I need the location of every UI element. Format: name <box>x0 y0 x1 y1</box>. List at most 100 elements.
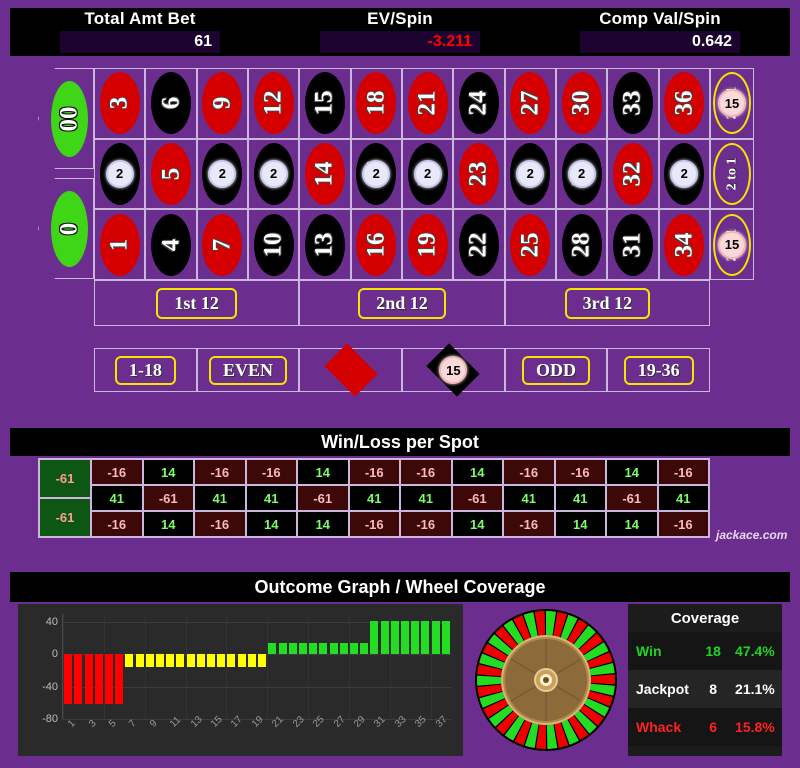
bet-cell-00[interactable]: 00 <box>38 68 94 169</box>
bet-dozen-3rd[interactable]: 3rd 12 <box>504 280 710 326</box>
bet-cell-16[interactable]: 16 <box>350 209 402 280</box>
bet-cell-12[interactable]: 12 <box>247 68 300 139</box>
bet-cell-17[interactable]: 172 <box>350 138 402 210</box>
bet-cell-20[interactable]: 202 <box>401 138 454 210</box>
chip-11[interactable]: 2 <box>259 159 288 188</box>
bet-cell-32[interactable]: 32 <box>607 138 659 210</box>
number-oval: 16 <box>356 213 397 276</box>
bet-cell-27[interactable]: 27 <box>504 68 556 139</box>
bet-even[interactable]: EVEN <box>196 348 300 392</box>
winloss-cell: 14 <box>297 511 349 537</box>
number-oval: 10 <box>253 213 294 276</box>
chart-x-tick-label: 21 <box>270 714 286 730</box>
winloss-title: Win/Loss per Spot <box>10 428 790 456</box>
chart-bar <box>309 643 318 655</box>
chip-20[interactable]: 2 <box>413 159 442 188</box>
bet-cell-28[interactable]: 28 <box>555 209 608 280</box>
bet-column-2to1-2[interactable]: 2 to 1 <box>710 138 754 210</box>
chart-plot-area: 40 0 -40 -80 1 3 5 7 9 11 13 15 17 19 21 23 25 27 29 31 33 35… <box>42 614 451 730</box>
bet-cell-21[interactable]: 21 <box>401 68 454 139</box>
bet-high-19-36[interactable]: 19-36 <box>607 348 711 392</box>
bet-low-1-18[interactable]: 1-18 <box>94 348 197 392</box>
bet-cell-29[interactable]: 292 <box>555 138 608 210</box>
bet-cell-26[interactable]: 262 <box>504 138 556 210</box>
chip-column-3[interactable]: 15 <box>718 230 746 259</box>
chart-bar <box>217 654 226 668</box>
bet-cell-35[interactable]: 352 <box>658 138 710 210</box>
chart-bar <box>156 654 164 668</box>
bet-red[interactable] <box>299 348 403 392</box>
winloss-cell: -61 <box>606 485 658 511</box>
bet-cell-31[interactable]: 31 <box>607 209 659 280</box>
bet-cell-9[interactable]: 9 <box>196 68 248 139</box>
coverage-row-win: Win 18 47.4% <box>628 632 782 670</box>
chip-8[interactable]: 2 <box>208 159 237 188</box>
bet-cell-30[interactable]: 30 <box>555 68 608 139</box>
chip-26[interactable]: 2 <box>516 159 545 188</box>
number-label: 18 <box>362 90 390 116</box>
bet-cell-15[interactable]: 15 <box>299 68 351 139</box>
chart-vgridline <box>267 614 269 719</box>
number-label: 30 <box>567 90 595 116</box>
coverage-pct: 15.8% <box>735 719 775 735</box>
chip-29[interactable]: 2 <box>567 159 596 188</box>
dozen-label: 1st 12 <box>156 287 237 319</box>
bet-cell-11[interactable]: 112 <box>247 138 300 210</box>
number-oval: 112 <box>253 142 294 205</box>
bet-cell-8[interactable]: 82 <box>196 138 248 210</box>
chip-17[interactable]: 2 <box>362 159 391 188</box>
bet-dozen-1st[interactable]: 1st 12 <box>94 280 300 326</box>
bet-cell-4[interactable]: 4 <box>145 209 197 280</box>
bet-cell-0[interactable]: 0 <box>38 178 94 279</box>
chip-black[interactable]: 15 <box>439 356 468 384</box>
bet-cell-7[interactable]: 7 <box>196 209 248 280</box>
chart-x-tick-label: 33 <box>392 714 409 730</box>
bet-cell-5[interactable]: 5 <box>145 138 197 210</box>
bet-cell-14[interactable]: 14 <box>299 138 351 210</box>
chip-2[interactable]: 2 <box>105 159 134 188</box>
bet-cell-24[interactable]: 24 <box>453 68 505 139</box>
chart-bar <box>288 643 297 655</box>
winloss-row: -16 14 -16 14 14 -16 -16 14 -16 14 14 -16 <box>91 511 709 537</box>
chart-x-tick-label: 29 <box>352 714 368 730</box>
winloss-row: -16 14 -16 -16 14 -16 -16 14 -16 -16 14 -16 <box>91 459 709 485</box>
bet-cell-25[interactable]: 25 <box>504 209 556 280</box>
bet-cell-36[interactable]: 36 <box>658 68 710 139</box>
number-oval: 21 <box>407 72 448 135</box>
bet-column-2to1-3[interactable]: 2 to 115 <box>710 209 754 280</box>
number-oval: 15 <box>304 72 345 135</box>
number-label: 5 <box>156 167 184 181</box>
stats-bar: Total Amt Bet 61 EV/Spin -3.211 Comp Val… <box>10 8 790 56</box>
number-oval: 292 <box>561 142 602 205</box>
chip-35[interactable]: 2 <box>670 159 699 188</box>
number-label: 4 <box>156 238 184 251</box>
bet-cell-1[interactable]: 1 <box>94 209 146 280</box>
bet-cell-23[interactable]: 23 <box>453 138 505 210</box>
bet-cell-2[interactable]: 22 <box>94 138 146 210</box>
bet-column-2to1-1[interactable]: 2 to 115 <box>710 68 754 139</box>
bet-cell-19[interactable]: 19 <box>401 209 454 280</box>
number-label: 6 <box>156 97 184 110</box>
bet-cell-6[interactable]: 6 <box>145 68 197 139</box>
chip-column-1[interactable]: 15 <box>718 89 746 118</box>
bet-cell-34[interactable]: 34 <box>658 209 710 280</box>
number-label: 7 <box>208 238 236 251</box>
zero-oval-00: 00 <box>51 80 88 157</box>
bet-cell-18[interactable]: 18 <box>350 68 402 139</box>
bet-cell-3[interactable]: 3 <box>94 68 146 139</box>
chart-bar <box>176 654 185 668</box>
bet-dozen-2nd[interactable]: 2nd 12 <box>299 280 505 326</box>
number-label: 12 <box>259 90 287 116</box>
bet-cell-33[interactable]: 33 <box>607 68 659 139</box>
coverage-pct: 21.1% <box>735 681 775 697</box>
bet-cell-10[interactable]: 10 <box>247 209 300 280</box>
number-label: 34 <box>670 232 698 258</box>
bet-black[interactable]: 15 <box>402 348 505 392</box>
number-label: 24 <box>464 90 492 116</box>
bet-cell-22[interactable]: 22 <box>453 209 505 280</box>
bet-cell-13[interactable]: 13 <box>299 209 351 280</box>
bet-odd[interactable]: ODD <box>504 348 608 392</box>
number-label: 19 <box>413 232 441 258</box>
winloss-cell: -16 <box>194 459 246 485</box>
chart-bar <box>84 654 93 704</box>
